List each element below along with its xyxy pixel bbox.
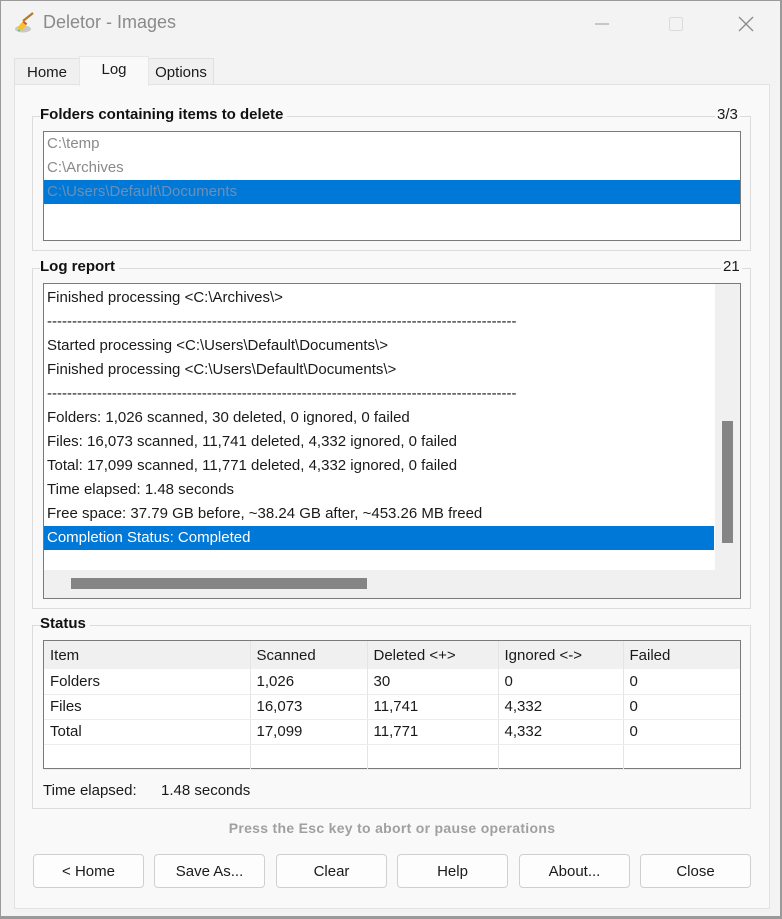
cell (367, 744, 499, 770)
maximize-button[interactable] (653, 9, 699, 39)
table-row-empty (44, 744, 740, 770)
folders-group-title: Folders containing items to delete (40, 106, 288, 123)
save-as-button[interactable]: Save As... (154, 854, 265, 888)
cell: Files (44, 694, 251, 720)
clear-button[interactable]: Clear (276, 854, 387, 888)
about-button[interactable]: About... (519, 854, 630, 888)
log-line[interactable]: Total: 17,099 scanned, 11,771 deleted, 4… (44, 454, 714, 478)
log-line-selected[interactable]: Completion Status: Completed (44, 526, 714, 550)
column-header-deleted[interactable]: Deleted <+> (367, 641, 499, 669)
column-header-scanned[interactable]: Scanned (250, 641, 368, 669)
cell: 0 (623, 719, 740, 745)
cell: 30 (367, 669, 499, 695)
cell: 17,099 (250, 719, 368, 745)
time-elapsed-label: Time elapsed: (43, 782, 137, 799)
cell (250, 744, 368, 770)
log-vertical-scroll-thumb[interactable] (722, 421, 733, 543)
table-row: Total 17,099 11,771 4,332 0 (44, 719, 740, 745)
log-list[interactable]: Finished processing <C:\Archives\> -----… (43, 283, 741, 599)
log-count: 21 (721, 258, 742, 275)
tab-home[interactable]: Home (14, 58, 80, 85)
folder-item[interactable]: C:\temp (44, 132, 740, 156)
close-icon (738, 16, 754, 32)
status-table: Item Scanned Deleted <+> Ignored <-> Fai… (43, 640, 741, 770)
cell: 0 (623, 694, 740, 720)
status-table-header: Item Scanned Deleted <+> Ignored <-> Fai… (44, 641, 740, 669)
time-elapsed-value: 1.48 seconds (161, 782, 251, 799)
title-bar: Deletor - Images (1, 1, 780, 45)
app-window: Deletor - Images Home Log Options Folder… (0, 0, 782, 919)
esc-hint: Press the Esc key to abort or pause oper… (228, 820, 556, 836)
window-title: Deletor - Images (43, 12, 177, 32)
minimize-button[interactable] (579, 9, 625, 39)
status-group-title: Status (40, 615, 90, 632)
folder-item-selected[interactable]: C:\Users\Default\Documents (44, 180, 740, 204)
log-horizontal-scrollbar[interactable] (44, 570, 740, 598)
cell: 11,741 (367, 694, 499, 720)
log-line[interactable]: Free space: 37.79 GB before, ~38.24 GB a… (44, 502, 714, 526)
help-button[interactable]: Help (397, 854, 508, 888)
log-line[interactable]: Finished processing <C:\Users\Default\Do… (44, 358, 714, 382)
log-line[interactable]: ----------------------------------------… (44, 310, 596, 334)
cell: 4,332 (498, 719, 624, 745)
log-line[interactable]: Started processing <C:\Users\Default\Doc… (44, 334, 714, 358)
maximize-icon (669, 17, 683, 31)
log-group-title: Log report (40, 258, 119, 275)
cell (623, 744, 740, 770)
minimize-icon (595, 23, 609, 25)
column-header-item[interactable]: Item (44, 641, 251, 669)
cell: Total (44, 719, 251, 745)
cell: 4,332 (498, 694, 624, 720)
cell (498, 744, 624, 770)
cell (44, 744, 251, 770)
home-button[interactable]: < Home (33, 854, 144, 888)
log-horizontal-scroll-thumb[interactable] (71, 578, 367, 589)
folders-list[interactable]: C:\temp C:\Archives C:\Users\Default\Doc… (43, 131, 741, 241)
log-line[interactable]: Folders: 1,026 scanned, 30 deleted, 0 ig… (44, 406, 714, 430)
tab-log[interactable]: Log (79, 56, 149, 86)
table-row: Folders 1,026 30 0 0 (44, 669, 740, 695)
log-vertical-scrollbar[interactable] (715, 284, 740, 570)
folder-item[interactable]: C:\Archives (44, 156, 740, 180)
log-line[interactable]: Files: 16,073 scanned, 11,741 deleted, 4… (44, 430, 714, 454)
cell: 0 (623, 669, 740, 695)
cell: Folders (44, 669, 251, 695)
column-header-failed[interactable]: Failed (623, 641, 740, 669)
tab-options[interactable]: Options (148, 58, 214, 85)
cell: 0 (498, 669, 624, 695)
log-line[interactable]: ----------------------------------------… (44, 382, 596, 406)
broom-icon (15, 12, 34, 33)
log-line[interactable]: Finished processing <C:\Archives\> (44, 286, 714, 310)
table-row: Files 16,073 11,741 4,332 0 (44, 694, 740, 720)
column-header-ignored[interactable]: Ignored <-> (498, 641, 624, 669)
cell: 16,073 (250, 694, 368, 720)
close-button[interactable]: Close (640, 854, 751, 888)
cell: 11,771 (367, 719, 499, 745)
folders-count: 3/3 (715, 106, 740, 123)
close-window-button[interactable] (723, 9, 769, 39)
cell: 1,026 (250, 669, 368, 695)
log-line[interactable]: Time elapsed: 1.48 seconds (44, 478, 714, 502)
